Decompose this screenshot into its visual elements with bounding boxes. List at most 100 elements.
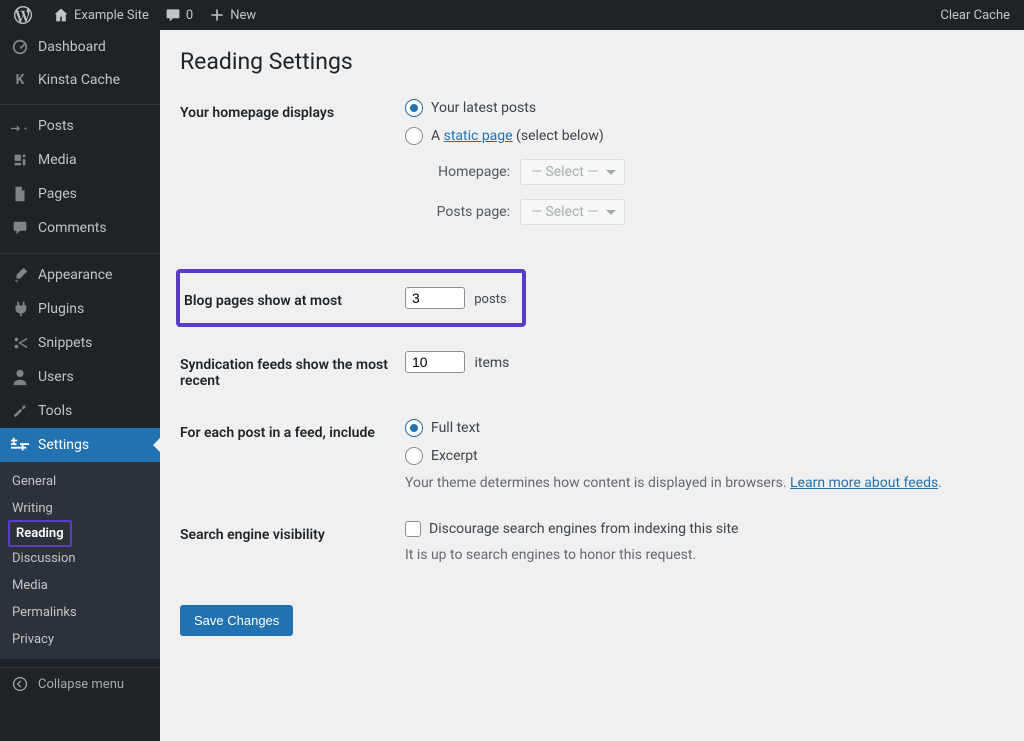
sidebar-item-label: Snippets (38, 335, 92, 351)
page-icon (10, 185, 30, 203)
scissors-icon (10, 334, 30, 352)
home-icon (53, 7, 69, 23)
radio-latest-posts[interactable]: Your latest posts (405, 99, 1004, 117)
radio-label: A static page (select below) (431, 128, 604, 144)
syndication-unit: items (474, 355, 509, 371)
postspage-select-label: Posts page: (425, 204, 520, 220)
radio-icon (405, 447, 423, 465)
submenu-general[interactable]: General (0, 468, 160, 495)
radio-full-text[interactable]: Full text (405, 419, 1004, 437)
postspage-select-row: Posts page: — Select — (425, 199, 1004, 225)
checkbox-label: Discourage search engines from indexing … (429, 521, 738, 537)
sidebar-item-label: Dashboard (38, 39, 106, 55)
sidebar-item-settings[interactable]: Settings (0, 428, 160, 462)
blog-pages-unit: posts (474, 292, 506, 307)
dashboard-icon (10, 38, 30, 56)
sidebar-item-dashboard[interactable]: Dashboard (0, 30, 160, 64)
sliders-icon (10, 436, 30, 454)
radio-label: Excerpt (431, 448, 478, 464)
row-blog-pages-highlight: Blog pages show at most posts (176, 269, 526, 327)
sidebar-item-label: Plugins (38, 301, 84, 317)
learn-more-feeds-link[interactable]: Learn more about feeds (790, 475, 938, 491)
pushpin-icon (10, 117, 30, 135)
menu-separator (0, 100, 160, 105)
admin-bar: Example Site 0 New Clear Cache (0, 0, 1024, 30)
sidebar-item-label: Tools (38, 403, 72, 419)
sidebar-item-label: Media (38, 152, 77, 168)
submenu-media[interactable]: Media (0, 572, 160, 599)
admin-sidebar: Dashboard K Kinsta Cache Posts Media Pag… (0, 30, 160, 741)
site-name-link[interactable]: Example Site (45, 0, 157, 30)
checkbox-icon (405, 521, 421, 537)
wp-logo[interactable] (6, 0, 45, 30)
sidebar-item-snippets[interactable]: Snippets (0, 326, 160, 360)
radio-icon (405, 419, 423, 437)
sidebar-item-label: Posts (38, 118, 74, 134)
blog-pages-input[interactable] (405, 287, 465, 309)
comments-link[interactable]: 0 (157, 0, 201, 30)
submenu-writing[interactable]: Writing (0, 495, 160, 522)
submenu-reading[interactable]: Reading (8, 520, 72, 547)
row-feed-content: For each post in a feed, include Full te… (180, 419, 1004, 491)
radio-label: Full text (431, 420, 480, 436)
row-syndication: Syndication feeds show the most recent i… (180, 351, 1004, 389)
menu-separator (0, 249, 160, 254)
submenu-permalinks[interactable]: Permalinks (0, 599, 160, 626)
sev-checkbox-row[interactable]: Discourage search engines from indexing … (405, 521, 1004, 537)
feed-description: Your theme determines how content is dis… (405, 475, 1004, 491)
blog-pages-label: Blog pages show at most (180, 287, 405, 309)
sidebar-item-comments[interactable]: Comments (0, 211, 160, 245)
row-homepage-displays: Your homepage displays Your latest posts… (180, 99, 1004, 239)
submenu-discussion[interactable]: Discussion (0, 545, 160, 572)
collapse-menu[interactable]: Collapse menu (0, 667, 160, 700)
new-label: New (230, 8, 256, 23)
new-content-link[interactable]: New (201, 0, 264, 30)
sidebar-item-users[interactable]: Users (0, 360, 160, 394)
comment-icon (10, 219, 30, 237)
homepage-select-label: Homepage: (425, 164, 520, 180)
feed-content-label: For each post in a feed, include (180, 419, 405, 441)
wordpress-icon (14, 6, 32, 24)
site-name: Example Site (74, 8, 149, 23)
homepage-select[interactable]: — Select — (520, 159, 625, 185)
sidebar-item-appearance[interactable]: Appearance (0, 258, 160, 292)
brush-icon (10, 266, 30, 284)
sidebar-item-pages[interactable]: Pages (0, 177, 160, 211)
sidebar-item-kinsta[interactable]: K Kinsta Cache (0, 64, 160, 96)
kinsta-icon: K (10, 72, 30, 88)
radio-label: Your latest posts (431, 100, 536, 116)
content-area: Reading Settings Your homepage displays … (160, 30, 1024, 741)
page-title: Reading Settings (180, 48, 1004, 75)
radio-static-page[interactable]: A static page (select below) (405, 127, 1004, 145)
collapse-icon (10, 676, 30, 692)
sidebar-item-label: Comments (38, 220, 107, 236)
sidebar-item-label: Pages (38, 186, 77, 202)
static-page-link[interactable]: static page (444, 128, 513, 144)
syndication-input[interactable] (405, 351, 465, 373)
postspage-select[interactable]: — Select — (520, 199, 625, 225)
radio-icon (405, 99, 423, 117)
clear-cache-link[interactable]: Clear Cache (932, 0, 1018, 30)
user-icon (10, 368, 30, 386)
sidebar-item-label: Kinsta Cache (38, 72, 120, 88)
radio-excerpt[interactable]: Excerpt (405, 447, 1004, 465)
admin-bar-left: Example Site 0 New (6, 0, 264, 30)
plus-icon (209, 7, 225, 23)
sidebar-item-tools[interactable]: Tools (0, 394, 160, 428)
save-changes-button[interactable]: Save Changes (180, 605, 293, 636)
media-icon (10, 151, 30, 169)
sidebar-item-posts[interactable]: Posts (0, 109, 160, 143)
homepage-label: Your homepage displays (180, 99, 405, 121)
settings-submenu: General Writing Reading Discussion Media… (0, 462, 160, 659)
submenu-privacy[interactable]: Privacy (0, 626, 160, 653)
plug-icon (10, 300, 30, 318)
radio-icon (405, 127, 423, 145)
sidebar-item-label: Users (38, 369, 74, 385)
clear-cache-label: Clear Cache (940, 8, 1010, 23)
wrench-icon (10, 402, 30, 420)
sidebar-item-label: Appearance (38, 267, 112, 283)
sidebar-item-media[interactable]: Media (0, 143, 160, 177)
sidebar-item-plugins[interactable]: Plugins (0, 292, 160, 326)
collapse-label: Collapse menu (38, 677, 124, 692)
comments-count: 0 (186, 8, 193, 23)
